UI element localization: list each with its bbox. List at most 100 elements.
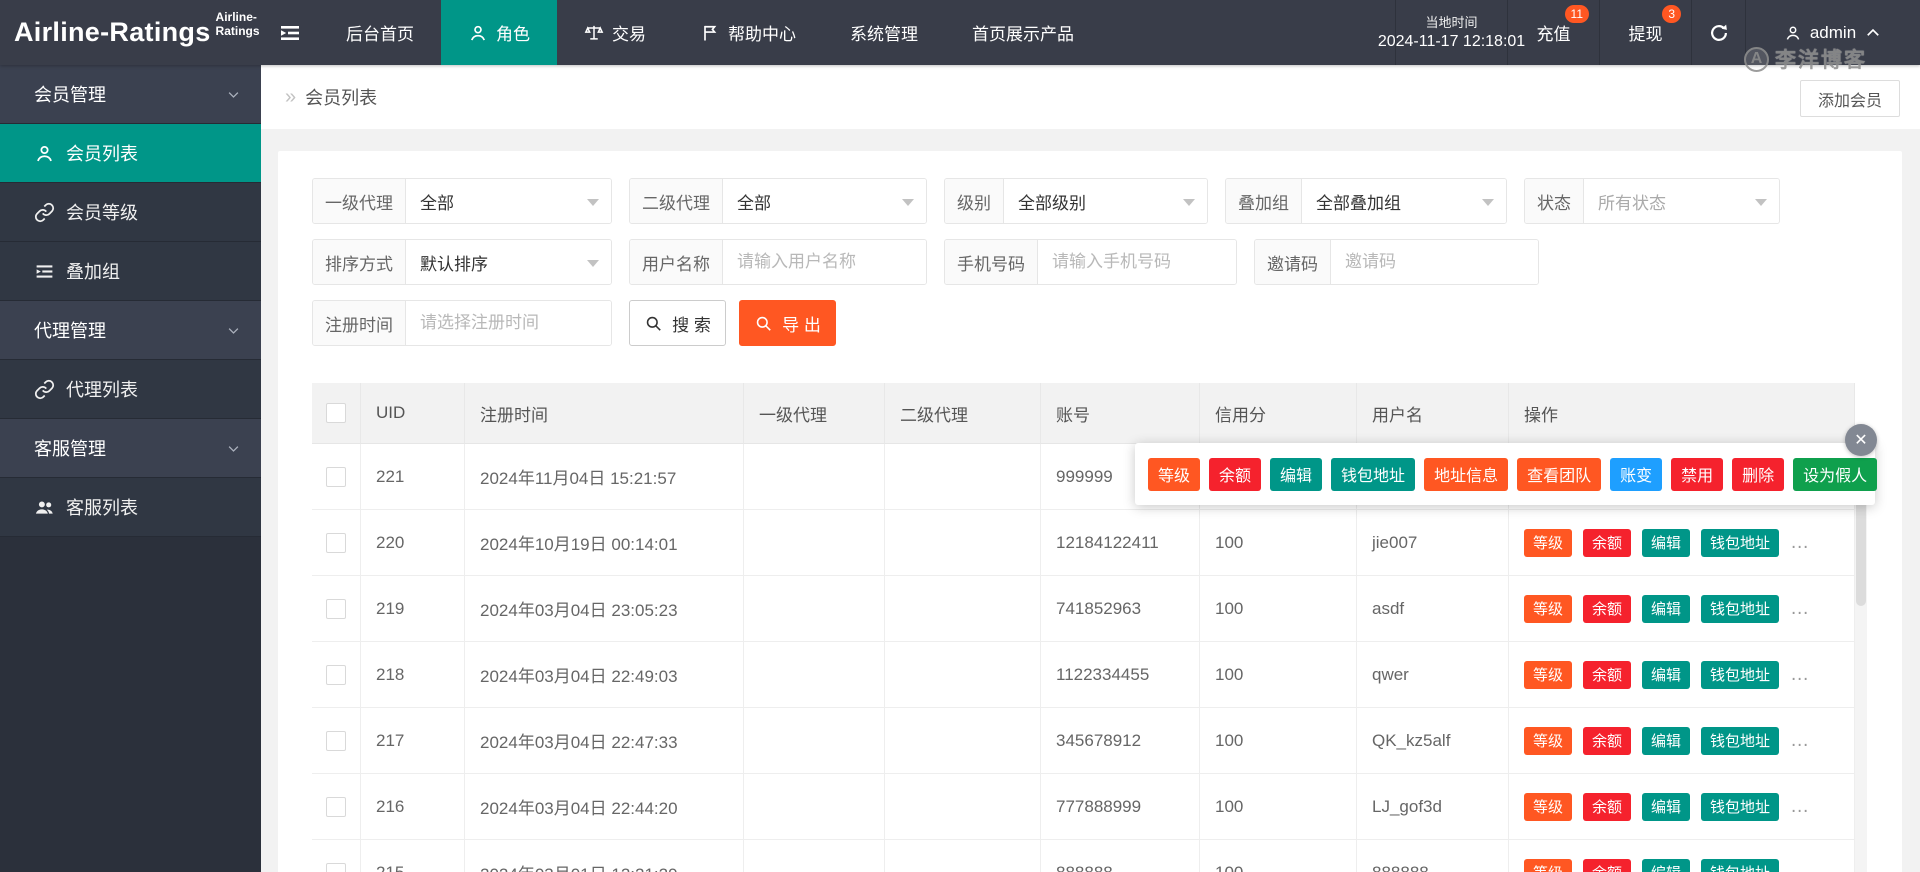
table-row: 2202024年10月19日 00:14:0112184122411100jie… [312,510,1855,576]
balance-button[interactable]: 余额 [1583,727,1631,755]
row-checkbox[interactable] [326,599,346,619]
edit-button[interactable]: 编辑 [1642,529,1690,557]
reg-time-cell: 2024年03月04日 22:47:33 [465,708,744,774]
sidebar-item-agent-list[interactable]: 代理列表 [0,360,261,419]
level-button[interactable]: 等级 [1148,458,1200,491]
nav-label: 系统管理 [850,20,918,45]
row-checkbox[interactable] [326,467,346,487]
edit-button[interactable]: 编辑 [1642,793,1690,821]
agent1-cell [744,576,885,642]
level-button[interactable]: 等级 [1524,859,1572,872]
sidebar-item-stack-group[interactable]: 叠加组 [0,242,261,301]
sidebar-item-member-level[interactable]: 会员等级 [0,183,261,242]
uid-cell: 217 [361,708,465,774]
chevron-down-icon [226,87,241,102]
nav-item-home-products[interactable]: 首页展示产品 [945,0,1101,65]
scales-icon [584,23,604,43]
balance-button[interactable]: 余额 [1583,529,1631,557]
select-all-checkbox[interactable] [326,403,346,423]
wallet-address-button[interactable]: 钱包地址 [1701,727,1779,755]
wallet-address-button[interactable]: 钱包地址 [1701,661,1779,689]
address-info-button[interactable]: 地址信息 [1424,458,1508,491]
edit-button[interactable]: 编辑 [1642,661,1690,689]
level-button[interactable]: 等级 [1524,595,1572,623]
sort-select[interactable]: 默认排序 [406,240,611,284]
sidebar-group-agent-management[interactable]: 代理管理 [0,301,261,360]
nav-item-roles[interactable]: 角色 [441,0,557,65]
edit-button[interactable]: 编辑 [1270,458,1322,491]
level-select[interactable]: 全部级别 [1004,179,1207,223]
edit-button[interactable]: 编辑 [1642,859,1690,872]
balance-button[interactable]: 余额 [1583,793,1631,821]
level-button[interactable]: 等级 [1524,529,1572,557]
set-fake-button[interactable]: 设为假人 [1793,458,1877,491]
add-member-button[interactable]: 添加会员 [1800,80,1900,117]
view-team-button[interactable]: 查看团队 [1517,458,1601,491]
level-button[interactable]: 等级 [1524,793,1572,821]
level-button[interactable]: 等级 [1524,727,1572,755]
popup-close-button[interactable]: ✕ [1845,424,1877,456]
wallet-address-button[interactable]: 钱包地址 [1701,793,1779,821]
uid-cell: 221 [361,444,465,510]
chevron-down-icon [587,199,599,206]
account-change-button[interactable]: 账变 [1610,458,1662,491]
row-checkbox[interactable] [326,797,346,817]
select-value: 全部 [420,189,454,214]
sidebar-item-support-list[interactable]: 客服列表 [0,478,261,537]
balance-button[interactable]: 余额 [1583,595,1631,623]
wallet-address-button[interactable]: 钱包地址 [1701,595,1779,623]
balance-button[interactable]: 余额 [1583,661,1631,689]
filter-label: 用户名称 [630,240,723,284]
wallet-address-button[interactable]: 钱包地址 [1701,859,1779,872]
agent2-select[interactable]: 全部 [723,179,926,223]
invite-code-input[interactable] [1345,252,1524,272]
row-checkbox[interactable] [326,863,346,872]
refresh-button[interactable] [1691,0,1745,65]
disable-button[interactable]: 禁用 [1671,458,1723,491]
delete-button[interactable]: 删除 [1732,458,1784,491]
row-checkbox[interactable] [326,533,346,553]
row-actions-popup: 等级余额编辑钱包地址地址信息查看团队账变禁用删除设为假人 [1135,443,1875,505]
sidebar-group-support-management[interactable]: 客服管理 [0,419,261,478]
wallet-address-button[interactable]: 钱包地址 [1331,458,1415,491]
filter-sort: 排序方式 默认排序 [312,239,612,285]
reg-time-input[interactable] [420,313,597,333]
search-icon [644,314,663,333]
wallet-address-button[interactable]: 钱包地址 [1701,529,1779,557]
chevron-down-icon [1482,199,1494,206]
sidebar-group-label: 客服管理 [34,435,106,461]
nav-item-transactions[interactable]: 交易 [557,0,673,65]
credit-cell: 100 [1200,840,1357,872]
sidebar-item-label: 会员列表 [66,140,138,166]
invite-field-wrap [1331,240,1538,284]
row-checkbox[interactable] [326,731,346,751]
filter-username: 用户名称 [629,239,927,285]
nav-item-system[interactable]: 系统管理 [823,0,945,65]
phone-input[interactable] [1052,252,1222,272]
sidebar-collapse-button[interactable] [261,0,319,65]
row-checkbox[interactable] [326,665,346,685]
breadcrumb: » 会员列表 [285,65,377,129]
sidebar-item-member-list[interactable]: 会员列表 [0,124,261,183]
stack-group-select[interactable]: 全部叠加组 [1302,179,1506,223]
level-button[interactable]: 等级 [1524,661,1572,689]
edit-button[interactable]: 编辑 [1642,727,1690,755]
balance-button[interactable]: 余额 [1209,458,1261,491]
recharge-button[interactable]: 充值 11 [1507,0,1599,65]
export-button[interactable]: 导 出 [739,300,836,346]
balance-button[interactable]: 余额 [1583,859,1631,872]
admin-user-menu[interactable]: admin [1745,0,1920,65]
agent1-cell [744,708,885,774]
filter-phone: 手机号码 [944,239,1237,285]
withdraw-button[interactable]: 提现 3 [1599,0,1691,65]
nav-label: 交易 [612,20,646,45]
edit-button[interactable]: 编辑 [1642,595,1690,623]
username-input[interactable] [737,252,912,272]
nav-item-help-center[interactable]: 帮助中心 [673,0,823,65]
search-button[interactable]: 搜 索 [629,300,726,346]
status-select[interactable]: 所有状态 [1584,179,1779,223]
nav-item-dashboard[interactable]: 后台首页 [319,0,441,65]
more-actions: … [1790,796,1810,818]
agent1-select[interactable]: 全部 [406,179,611,223]
sidebar-group-member-management[interactable]: 会员管理 [0,65,261,124]
